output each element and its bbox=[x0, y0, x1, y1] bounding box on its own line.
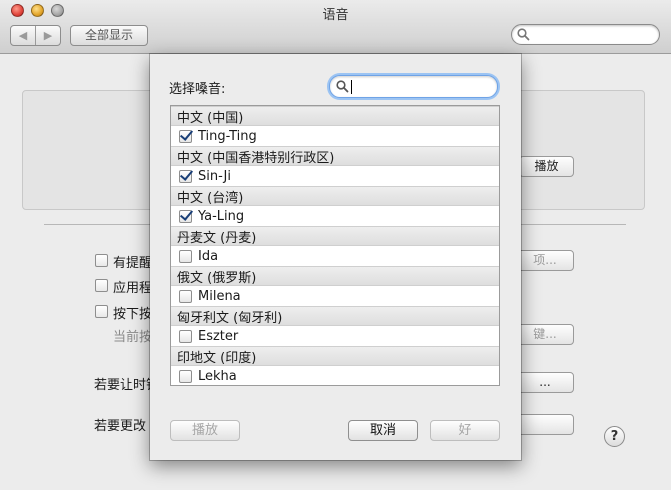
voice-checkbox[interactable] bbox=[179, 289, 192, 303]
voice-row[interactable]: Lekha bbox=[171, 366, 499, 385]
voice-row[interactable]: Ida bbox=[171, 246, 499, 266]
voice-search-field[interactable] bbox=[329, 75, 498, 98]
window-title: 语音 bbox=[322, 8, 349, 23]
voice-name: Lekha bbox=[198, 368, 237, 384]
voice-checkbox[interactable] bbox=[179, 209, 192, 223]
announce-alerts-label: 有提醒 bbox=[113, 256, 153, 271]
show-all-button[interactable]: 全部显示 bbox=[70, 25, 148, 46]
announce-alerts-checkbox[interactable] bbox=[95, 254, 108, 267]
change-settings-button[interactable] bbox=[516, 414, 574, 435]
speak-selected-checkbox[interactable] bbox=[95, 305, 108, 318]
choose-voice-label: 选择嗓音: bbox=[169, 82, 226, 97]
voice-row[interactable]: Milena bbox=[171, 286, 499, 306]
back-forward-control: ◀ ▶ bbox=[10, 25, 61, 46]
voice-row[interactable]: Ting-Ting bbox=[171, 126, 499, 146]
voice-checkbox[interactable] bbox=[179, 129, 192, 143]
change-settings-label: 若要更改 bbox=[94, 419, 147, 434]
voice-checkbox[interactable] bbox=[179, 329, 192, 343]
voice-name: Sin-Ji bbox=[198, 168, 231, 184]
voice-name: Ida bbox=[198, 248, 219, 264]
voice-checkbox[interactable] bbox=[179, 369, 192, 383]
language-group-header: 匈牙利文 (匈牙利) bbox=[171, 306, 499, 326]
window-toolbar: 语音 ◀ ▶ 全部显示 bbox=[0, 0, 671, 54]
preferences-search-field[interactable] bbox=[511, 24, 660, 45]
voice-checkbox[interactable] bbox=[179, 249, 192, 263]
current-key-label: 当前按 bbox=[113, 330, 153, 345]
voice-name: Ting-Ting bbox=[198, 128, 257, 144]
forward-icon[interactable]: ▶ bbox=[35, 26, 60, 45]
voice-picker-sheet: 选择嗓音: 中文 (中国) Ting-Ting 中文 (中国香港特别行政区) S… bbox=[150, 54, 521, 460]
app-notify-label: 应用程 bbox=[113, 281, 153, 296]
text-caret bbox=[351, 80, 352, 94]
voice-row[interactable]: Sin-Ji bbox=[171, 166, 499, 186]
app-notify-checkbox[interactable] bbox=[95, 279, 108, 292]
voice-list[interactable]: 中文 (中国) Ting-Ting 中文 (中国香港特别行政区) Sin-Ji … bbox=[170, 105, 500, 386]
search-icon bbox=[336, 80, 349, 93]
background-play-button[interactable]: 播放 bbox=[519, 156, 574, 177]
voice-checkbox[interactable] bbox=[179, 169, 192, 183]
voice-name: Eszter bbox=[198, 328, 239, 344]
language-group-header: 丹麦文 (丹麦) bbox=[171, 226, 499, 246]
language-group-header: 俄文 (俄罗斯) bbox=[171, 266, 499, 286]
voice-row[interactable]: Ya-Ling bbox=[171, 206, 499, 226]
language-group-header: 中文 (台湾) bbox=[171, 186, 499, 206]
speak-selected-label: 按下按 bbox=[113, 307, 153, 322]
clock-options-button[interactable]: ... bbox=[516, 372, 574, 393]
voice-row[interactable]: Eszter bbox=[171, 326, 499, 346]
search-icon bbox=[517, 28, 530, 41]
back-icon[interactable]: ◀ bbox=[11, 26, 35, 45]
language-group-header: 中文 (中国) bbox=[171, 106, 499, 126]
language-group-header: 印地文 (印度) bbox=[171, 346, 499, 366]
cancel-button[interactable]: 取消 bbox=[348, 420, 418, 441]
help-button[interactable]: ? bbox=[604, 426, 625, 447]
voice-name: Milena bbox=[198, 288, 241, 304]
voice-name: Ya-Ling bbox=[198, 208, 245, 224]
ok-button[interactable]: 好 bbox=[430, 420, 500, 441]
alert-options-button[interactable]: 项... bbox=[516, 250, 574, 271]
play-sample-button[interactable]: 播放 bbox=[170, 420, 240, 441]
language-group-header: 中文 (中国香港特别行政区) bbox=[171, 146, 499, 166]
set-key-button[interactable]: 键... bbox=[516, 324, 574, 345]
